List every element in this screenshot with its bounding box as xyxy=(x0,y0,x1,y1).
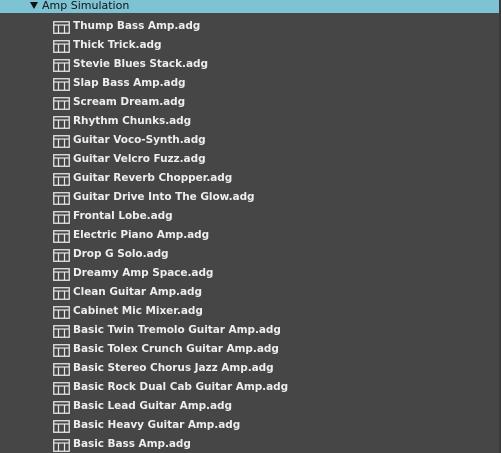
list-item-label: Thick Trick.adg xyxy=(73,38,162,51)
audio-effect-rack-icon xyxy=(53,380,70,395)
browser-panel: Amp Simulation Thump Bass Amp.adg Thick T… xyxy=(0,0,501,453)
list-item-label: Cabinet Mic Mixer.adg xyxy=(73,304,203,317)
audio-effect-rack-icon xyxy=(53,342,70,357)
audio-effect-rack-icon xyxy=(53,76,70,91)
audio-effect-rack-icon xyxy=(53,418,70,433)
list-item-label: Thump Bass Amp.adg xyxy=(73,19,201,32)
preset-list: Thump Bass Amp.adg Thick Trick.adg Stevie … xyxy=(0,16,501,453)
list-item[interactable]: Thump Bass Amp.adg xyxy=(0,16,501,35)
list-item[interactable]: Dreamy Amp Space.adg xyxy=(0,263,501,282)
list-item-label: Dreamy Amp Space.adg xyxy=(73,266,214,279)
audio-effect-rack-icon xyxy=(53,171,70,186)
list-item[interactable]: Thick Trick.adg xyxy=(0,35,501,54)
list-item-label: Guitar Velcro Fuzz.adg xyxy=(73,152,206,165)
audio-effect-rack-icon xyxy=(53,266,70,281)
audio-effect-rack-icon xyxy=(53,57,70,72)
audio-effect-rack-icon xyxy=(53,38,70,53)
audio-effect-rack-icon xyxy=(53,323,70,338)
list-item[interactable]: Guitar Velcro Fuzz.adg xyxy=(0,149,501,168)
list-item[interactable]: Basic Lead Guitar Amp.adg xyxy=(0,396,501,415)
audio-effect-rack-icon xyxy=(53,133,70,148)
list-item-label: Basic Heavy Guitar Amp.adg xyxy=(73,418,241,431)
list-item[interactable]: Frontal Lobe.adg xyxy=(0,206,501,225)
folder-label: Amp Simulation xyxy=(42,0,130,12)
list-item[interactable]: Electric Piano Amp.adg xyxy=(0,225,501,244)
audio-effect-rack-icon xyxy=(53,285,70,300)
audio-effect-rack-icon xyxy=(53,399,70,414)
audio-effect-rack-icon xyxy=(53,114,70,129)
list-item[interactable]: Basic Stereo Chorus Jazz Amp.adg xyxy=(0,358,501,377)
list-item-label: Slap Bass Amp.adg xyxy=(73,76,186,89)
list-item[interactable]: Slap Bass Amp.adg xyxy=(0,73,501,92)
list-item[interactable]: Guitar Reverb Chopper.adg xyxy=(0,168,501,187)
audio-effect-rack-icon xyxy=(53,437,70,452)
list-item-label: Electric Piano Amp.adg xyxy=(73,228,210,241)
audio-effect-rack-icon xyxy=(53,304,70,319)
list-item[interactable]: Drop G Solo.adg xyxy=(0,244,501,263)
audio-effect-rack-icon xyxy=(53,152,70,167)
audio-effect-rack-icon xyxy=(53,19,70,34)
list-item[interactable]: Basic Bass Amp.adg xyxy=(0,434,501,453)
list-item-label: Guitar Voco-Synth.adg xyxy=(73,133,206,146)
list-item-label: Basic Rock Dual Cab Guitar Amp.adg xyxy=(73,380,289,393)
list-item-label: Guitar Drive Into The Glow.adg xyxy=(73,190,255,203)
list-item[interactable]: Guitar Voco-Synth.adg xyxy=(0,130,501,149)
list-item[interactable]: Clean Guitar Amp.adg xyxy=(0,282,501,301)
audio-effect-rack-icon xyxy=(53,95,70,110)
list-item[interactable]: Scream Dream.adg xyxy=(0,92,501,111)
audio-effect-rack-icon xyxy=(53,228,70,243)
list-item-label: Stevie Blues Stack.adg xyxy=(73,57,208,70)
list-item-label: Drop G Solo.adg xyxy=(73,247,169,260)
list-item-label: Basic Stereo Chorus Jazz Amp.adg xyxy=(73,361,274,374)
list-item-label: Basic Twin Tremolo Guitar Amp.adg xyxy=(73,323,281,336)
list-item[interactable]: Stevie Blues Stack.adg xyxy=(0,54,501,73)
list-item-label: Guitar Reverb Chopper.adg xyxy=(73,171,233,184)
list-item[interactable]: Guitar Drive Into The Glow.adg xyxy=(0,187,501,206)
list-item[interactable]: Rhythm Chunks.adg xyxy=(0,111,501,130)
audio-effect-rack-icon xyxy=(53,209,70,224)
list-item-label: Basic Lead Guitar Amp.adg xyxy=(73,399,232,412)
folder-amp-simulation[interactable]: Amp Simulation xyxy=(0,0,501,13)
list-item[interactable]: Basic Heavy Guitar Amp.adg xyxy=(0,415,501,434)
list-item[interactable]: Basic Twin Tremolo Guitar Amp.adg xyxy=(0,320,501,339)
audio-effect-rack-icon xyxy=(53,190,70,205)
list-item-label: Basic Tolex Crunch Guitar Amp.adg xyxy=(73,342,279,355)
audio-effect-rack-icon xyxy=(53,247,70,262)
list-item-label: Scream Dream.adg xyxy=(73,95,186,108)
list-item[interactable]: Cabinet Mic Mixer.adg xyxy=(0,301,501,320)
list-item-label: Basic Bass Amp.adg xyxy=(73,437,191,450)
list-item-label: Frontal Lobe.adg xyxy=(73,209,173,222)
list-item-label: Rhythm Chunks.adg xyxy=(73,114,192,127)
audio-effect-rack-icon xyxy=(53,361,70,376)
list-item-label: Clean Guitar Amp.adg xyxy=(73,285,202,298)
list-item[interactable]: Basic Tolex Crunch Guitar Amp.adg xyxy=(0,339,501,358)
list-item[interactable]: Basic Rock Dual Cab Guitar Amp.adg xyxy=(0,377,501,396)
triangle-down-icon[interactable] xyxy=(30,2,38,9)
